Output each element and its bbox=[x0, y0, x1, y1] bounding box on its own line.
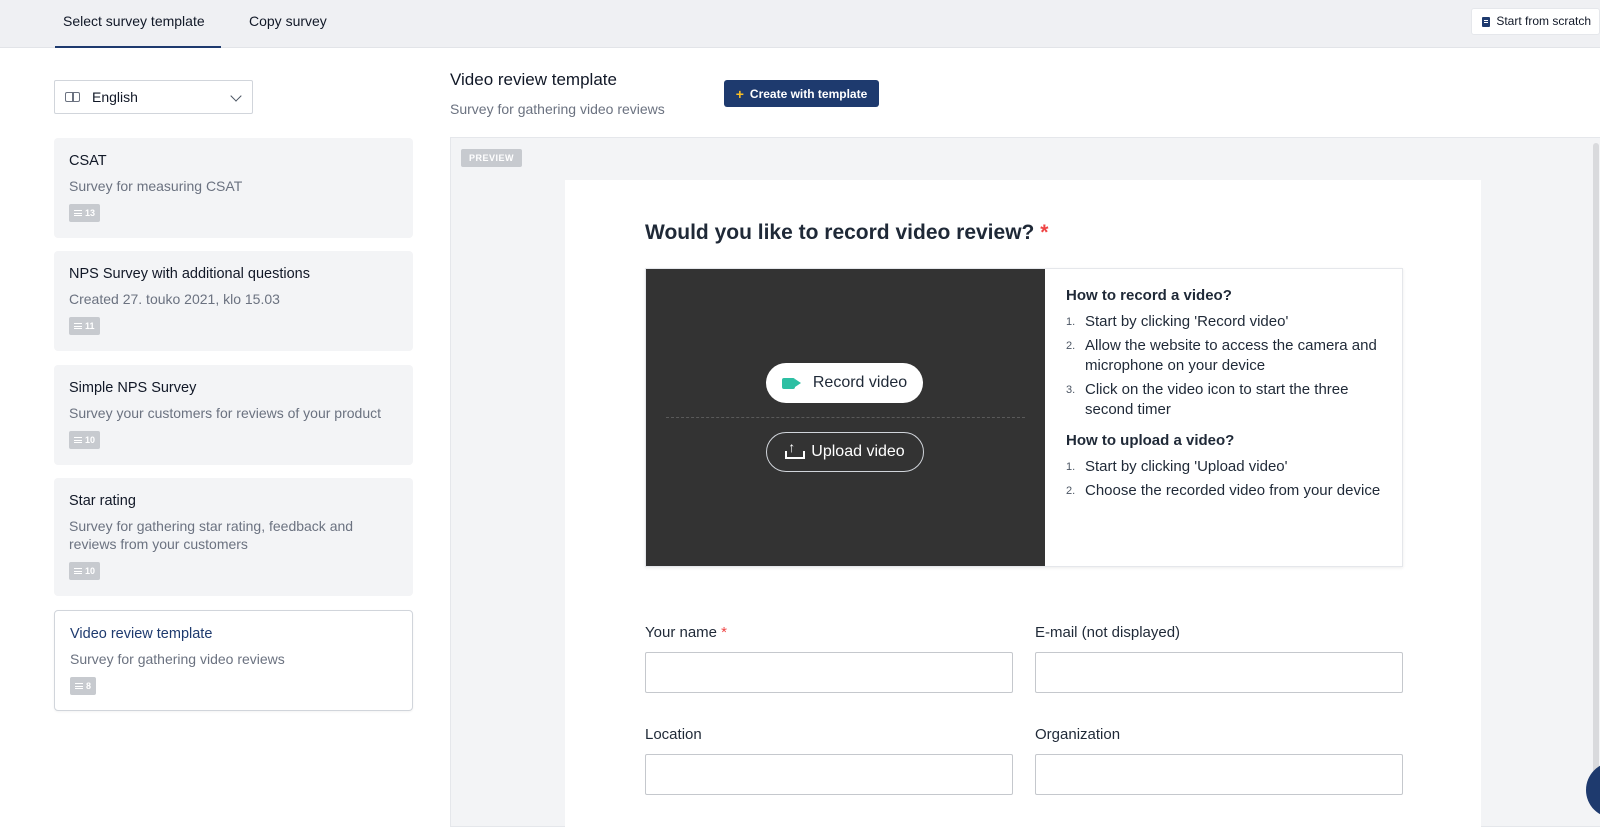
record-help-title: How to record a video? bbox=[1066, 287, 1232, 304]
selected-template-subtitle: Survey for gathering video reviews bbox=[450, 101, 665, 117]
location-field-label: Location bbox=[645, 726, 702, 743]
list-icon bbox=[74, 437, 82, 443]
email-field-label: E-mail (not displayed) bbox=[1035, 624, 1181, 641]
video-instructions: How to record a video? 1. Start by clicki… bbox=[1066, 287, 1391, 505]
question-count: 10 bbox=[85, 435, 96, 445]
template-title: NPS Survey with additional questions bbox=[69, 266, 310, 282]
upload-steps: 1. Start by clicking 'Upload video' 2. Cho… bbox=[1066, 457, 1391, 501]
question-count-badge: 10 bbox=[69, 562, 101, 580]
email-field[interactable] bbox=[1035, 652, 1403, 693]
preview-scrollbar[interactable] bbox=[1593, 143, 1599, 803]
video-recorder-panel: Record video Upload video bbox=[646, 269, 1045, 566]
start-from-scratch-button[interactable]: Start from scratch bbox=[1471, 8, 1600, 35]
template-description: Survey for gathering star rating, feedba… bbox=[69, 518, 354, 552]
required-mark: * bbox=[721, 624, 728, 641]
template-title: CSAT bbox=[69, 153, 107, 169]
name-field-label: Your name * bbox=[645, 624, 728, 641]
language-icon bbox=[65, 92, 80, 102]
question-count: 11 bbox=[85, 321, 95, 331]
list-icon bbox=[74, 568, 82, 574]
question-title: Would you like to record video review? * bbox=[645, 221, 1048, 245]
record-video-button[interactable]: Record video bbox=[766, 363, 923, 403]
template-title: Video review template bbox=[70, 626, 213, 642]
record-steps: 1. Start by clicking 'Record video' 2. All… bbox=[1066, 312, 1391, 420]
plus-icon: + bbox=[735, 85, 744, 102]
template-card-nps-additional[interactable]: NPS Survey with additional questions Cre… bbox=[54, 251, 413, 351]
organization-field[interactable] bbox=[1035, 754, 1403, 795]
list-icon bbox=[75, 683, 83, 689]
template-description: Survey for measuring CSAT bbox=[69, 178, 243, 194]
question-text: Would you like to record video review? bbox=[645, 221, 1035, 244]
template-title: Star rating bbox=[69, 493, 136, 509]
question-count-badge: 10 bbox=[69, 431, 101, 449]
question-count: 10 bbox=[85, 566, 96, 576]
list-item: 1. Start by clicking 'Upload video' bbox=[1066, 458, 1288, 475]
list-item: 2. Allow the website to access the camera… bbox=[1066, 337, 1377, 374]
question-count: 8 bbox=[86, 681, 92, 691]
question-count-badge: 13 bbox=[69, 204, 101, 222]
list-item: 1. Start by clicking 'Record video' bbox=[1066, 313, 1289, 330]
upload-icon bbox=[785, 439, 806, 459]
create-with-template-button[interactable]: + Create with template bbox=[724, 80, 879, 107]
top-bar: Select survey template Copy survey Start… bbox=[0, 0, 1600, 48]
template-description: Created 27. touko 2021, klo 15.03 bbox=[69, 291, 280, 307]
language-value: English bbox=[92, 89, 138, 105]
template-description: Survey for gathering video reviews bbox=[70, 651, 285, 667]
upload-help-title: How to upload a video? bbox=[1066, 432, 1235, 449]
template-card-csat[interactable]: CSAT Survey for measuring CSAT 13 bbox=[54, 138, 413, 238]
template-card-star-rating[interactable]: Star rating Survey for gathering star ra… bbox=[54, 478, 413, 596]
list-item: 2. Choose the recorded video from your de… bbox=[1066, 482, 1381, 499]
name-field[interactable] bbox=[645, 652, 1013, 693]
language-select[interactable]: English bbox=[54, 80, 253, 114]
list-item: 3. Click on the video icon to start the t… bbox=[1066, 381, 1349, 418]
video-question-box: Record video Upload video How to record … bbox=[645, 268, 1403, 567]
question-count-badge: 8 bbox=[70, 677, 97, 695]
list-icon bbox=[74, 210, 82, 216]
survey-preview-sheet: Would you like to record video review? *… bbox=[565, 180, 1481, 830]
required-mark: * bbox=[1040, 221, 1049, 244]
record-video-label: Record video bbox=[812, 374, 908, 391]
selected-template-title: Video review template bbox=[450, 70, 617, 89]
tab-copy-survey[interactable]: Copy survey bbox=[249, 0, 327, 48]
template-description: Survey your customers for reviews of you… bbox=[69, 405, 382, 421]
divider bbox=[666, 417, 1025, 418]
tab-select-survey-template[interactable]: Select survey template bbox=[55, 0, 221, 48]
list-icon bbox=[74, 323, 82, 329]
preview-area[interactable]: PREVIEW Would you like to record video r… bbox=[450, 137, 1600, 830]
question-count: 13 bbox=[85, 208, 96, 218]
document-icon bbox=[1482, 16, 1491, 27]
start-from-scratch-label: Start from scratch bbox=[1496, 14, 1591, 28]
chevron-down-icon bbox=[230, 90, 242, 102]
organization-field-label: Organization bbox=[1035, 726, 1121, 743]
preview-badge: PREVIEW bbox=[461, 149, 523, 167]
video-camera-icon bbox=[781, 377, 795, 389]
location-field[interactable] bbox=[645, 754, 1013, 795]
template-card-video-review[interactable]: Video review template Survey for gatheri… bbox=[54, 610, 413, 711]
upload-video-button[interactable]: Upload video bbox=[766, 432, 924, 472]
template-title: Simple NPS Survey bbox=[69, 380, 197, 396]
template-card-simple-nps[interactable]: Simple NPS Survey Survey your customers … bbox=[54, 365, 413, 465]
upload-video-label: Upload video bbox=[811, 443, 905, 460]
create-with-template-label: Create with template bbox=[749, 86, 868, 101]
question-count-badge: 11 bbox=[69, 317, 100, 335]
